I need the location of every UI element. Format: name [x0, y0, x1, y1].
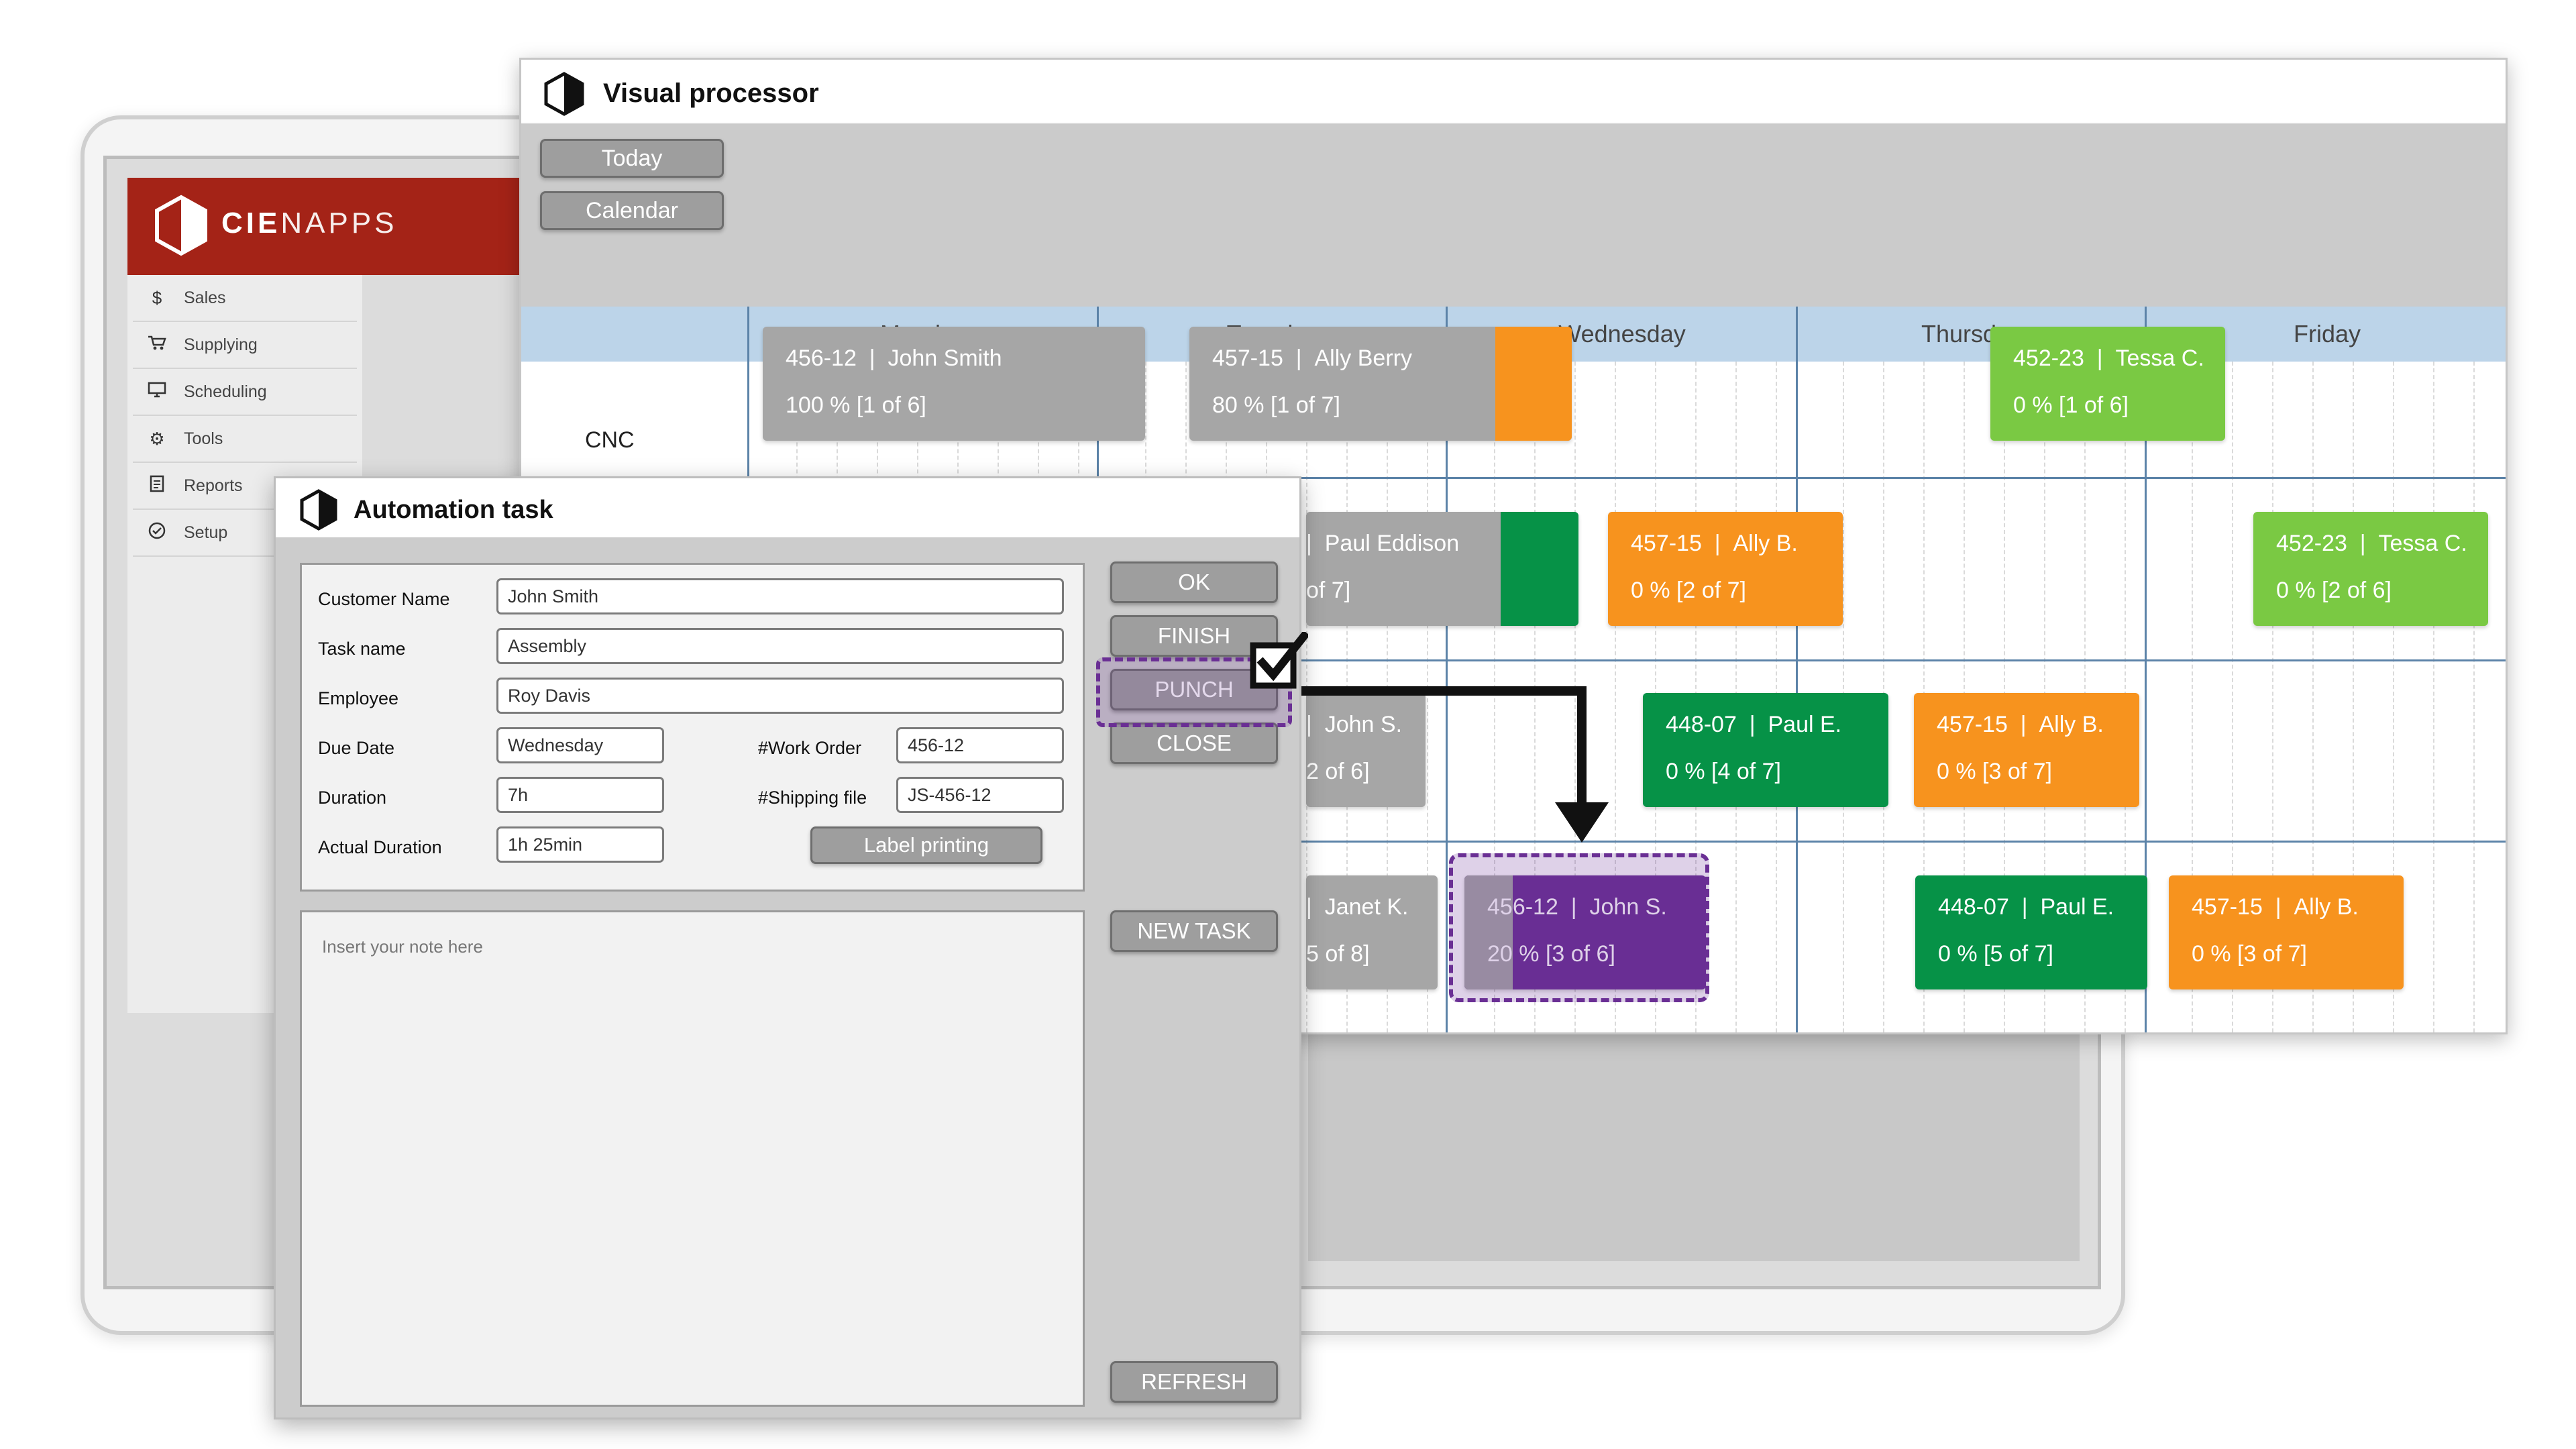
due-date-field[interactable]: Wednesday — [496, 727, 664, 763]
brand-name-bold: CIE — [221, 207, 281, 239]
note-textarea[interactable]: Insert your note here — [300, 910, 1085, 1407]
sidebar-item-label: Sales — [184, 288, 226, 307]
task-card[interactable]: 456-12 | John Smith 100 % [1 of 6] — [763, 327, 1145, 441]
dollar-icon: $ — [152, 287, 162, 308]
task-card[interactable]: 448-07 | Paul E. 0 % [4 of 7] — [1643, 693, 1888, 807]
task-progress: of 7] — [1306, 578, 1351, 603]
task-card[interactable]: 448-07 | Paul E. 0 % [5 of 7] — [1915, 875, 2147, 989]
refresh-button[interactable]: REFRESH — [1110, 1361, 1278, 1403]
calendar-button[interactable]: Calendar — [540, 191, 724, 230]
work-order-field[interactable]: 456-12 — [896, 727, 1064, 763]
task-progress: 0 % [2 of 7] — [1631, 578, 1746, 603]
actual-duration-field[interactable]: 1h 25min — [496, 826, 664, 863]
dialog-title: Automation task — [354, 496, 553, 524]
task-title: 456-12 | John Smith — [786, 345, 1002, 371]
sidebar-item-label: Setup — [184, 523, 228, 542]
task-title: | Janet K. — [1306, 894, 1409, 920]
task-progress: 100 % [1 of 6] — [786, 392, 926, 418]
task-progress: 80 % [1 of 7] — [1212, 392, 1340, 418]
sidebar-item-label: Supplying — [184, 335, 258, 354]
document-icon — [142, 475, 172, 497]
new-task-button[interactable]: NEW TASK — [1110, 910, 1278, 952]
task-progress: 0 % [4 of 7] — [1666, 759, 1781, 784]
app-logo-icon — [544, 72, 584, 116]
due-date-label: Due Date — [318, 738, 395, 758]
task-name-field[interactable]: Assembly — [496, 628, 1064, 664]
employee-field[interactable]: Roy Davis — [496, 678, 1064, 714]
task-progress: 0 % [5 of 7] — [1938, 941, 2053, 967]
task-card[interactable]: 457-15 | Ally B. 0 % [2 of 7] — [1608, 512, 1843, 626]
task-title: | John S. — [1306, 712, 1403, 737]
task-card[interactable]: | Janet K. 5 of 8] — [1306, 875, 1438, 989]
note-placeholder: Insert your note here — [322, 936, 483, 957]
brand-name: CIENAPPS — [221, 207, 398, 240]
check-circle-icon — [142, 521, 172, 545]
ok-button[interactable]: OK — [1110, 561, 1278, 603]
task-title: 457-15 | Ally B. — [1631, 531, 1798, 556]
sidebar-item-sales[interactable]: $ Sales — [133, 275, 357, 322]
sidebar-item-scheduling[interactable]: Scheduling — [133, 369, 357, 416]
customer-name-label: Customer Name — [318, 589, 450, 609]
task-title: 448-07 | Paul E. — [1666, 712, 1842, 737]
label-printing-button[interactable]: Label printing — [810, 826, 1042, 864]
task-title: 452-23 | Tessa C. — [2276, 531, 2467, 556]
sidebar-item-tools[interactable]: ⚙ Tools — [133, 416, 357, 463]
sidebar-item-label: Tools — [184, 429, 223, 448]
screenshot-stage: CIENAPPS $ Sales Supplying Scheduling ⚙ To… — [0, 0, 2576, 1449]
shipping-file-label: #Shipping file — [758, 788, 867, 808]
task-title: 457-15 | Ally Berry — [1212, 345, 1412, 371]
task-title: 448-07 | Paul E. — [1938, 894, 2114, 920]
task-card[interactable]: 457-15 | Ally B. 0 % [3 of 7] — [1914, 693, 2139, 807]
task-card[interactable]: 452-23 | Tessa C. 0 % [2 of 6] — [2253, 512, 2488, 626]
monitor-icon — [142, 382, 172, 402]
checkbox-checked-icon — [1250, 632, 1308, 689]
duration-field[interactable]: 7h — [496, 777, 664, 813]
task-progress: 0 % [1 of 6] — [2013, 392, 2129, 418]
brand-name-rest: NAPPS — [280, 207, 398, 239]
visual-processor-toolbar — [521, 124, 2506, 307]
sidebar-item-supplying[interactable]: Supplying — [133, 322, 357, 369]
cienapps-logo-icon — [155, 195, 207, 256]
task-card[interactable]: 457-15 | Ally Berry 80 % [1 of 7] — [1189, 327, 1572, 441]
task-progress: 0 % [3 of 7] — [1937, 759, 2052, 784]
sidebar-item-label: Reports — [184, 476, 243, 495]
selected-task-highlight — [1449, 853, 1709, 1002]
task-title: | Paul Eddison — [1306, 531, 1460, 556]
task-name-label: Task name — [318, 639, 406, 659]
task-title: 457-15 | Ally B. — [1937, 712, 2104, 737]
task-card[interactable]: 457-15 | Ally B. 0 % [3 of 7] — [2169, 875, 2404, 989]
task-progress: 0 % [2 of 6] — [2276, 578, 2392, 603]
cart-icon — [142, 335, 172, 356]
automation-task-dialog: Automation task Customer Name John Smith… — [274, 476, 1301, 1419]
task-card[interactable]: | Paul Eddison of 7] — [1306, 512, 1578, 626]
customer-name-field[interactable]: John Smith — [496, 578, 1064, 614]
task-title: 452-23 | Tessa C. — [2013, 345, 2204, 371]
tablet-content-area — [1308, 1026, 2080, 1261]
close-button[interactable]: CLOSE — [1110, 722, 1278, 764]
shipping-file-field[interactable]: JS-456-12 — [896, 777, 1064, 813]
task-card[interactable]: | John S. 2 of 6] — [1306, 693, 1426, 807]
task-card[interactable]: 452-23 | Tessa C. 0 % [1 of 6] — [1990, 327, 2225, 441]
task-status-bar — [1501, 512, 1578, 626]
task-progress: 2 of 6] — [1306, 759, 1370, 784]
row-label-cnc: CNC — [585, 427, 635, 453]
duration-label: Duration — [318, 788, 387, 808]
gear-icon: ⚙ — [149, 428, 165, 449]
task-progress: 5 of 8] — [1306, 941, 1370, 967]
employee-label: Employee — [318, 688, 399, 708]
visual-processor-titlebar — [521, 60, 2506, 124]
today-button[interactable]: Today — [540, 139, 724, 178]
sidebar-item-label: Scheduling — [184, 382, 267, 401]
window-title: Visual processor — [603, 78, 819, 108]
work-order-label: #Work Order — [758, 738, 862, 758]
task-title: 457-15 | Ally B. — [2192, 894, 2359, 920]
task-form: Customer Name John Smith Task name Assem… — [300, 563, 1085, 892]
task-status-bar — [1495, 327, 1572, 441]
app-logo-icon — [300, 489, 337, 531]
actual-duration-label: Actual Duration — [318, 837, 442, 857]
task-progress: 0 % [3 of 7] — [2192, 941, 2307, 967]
